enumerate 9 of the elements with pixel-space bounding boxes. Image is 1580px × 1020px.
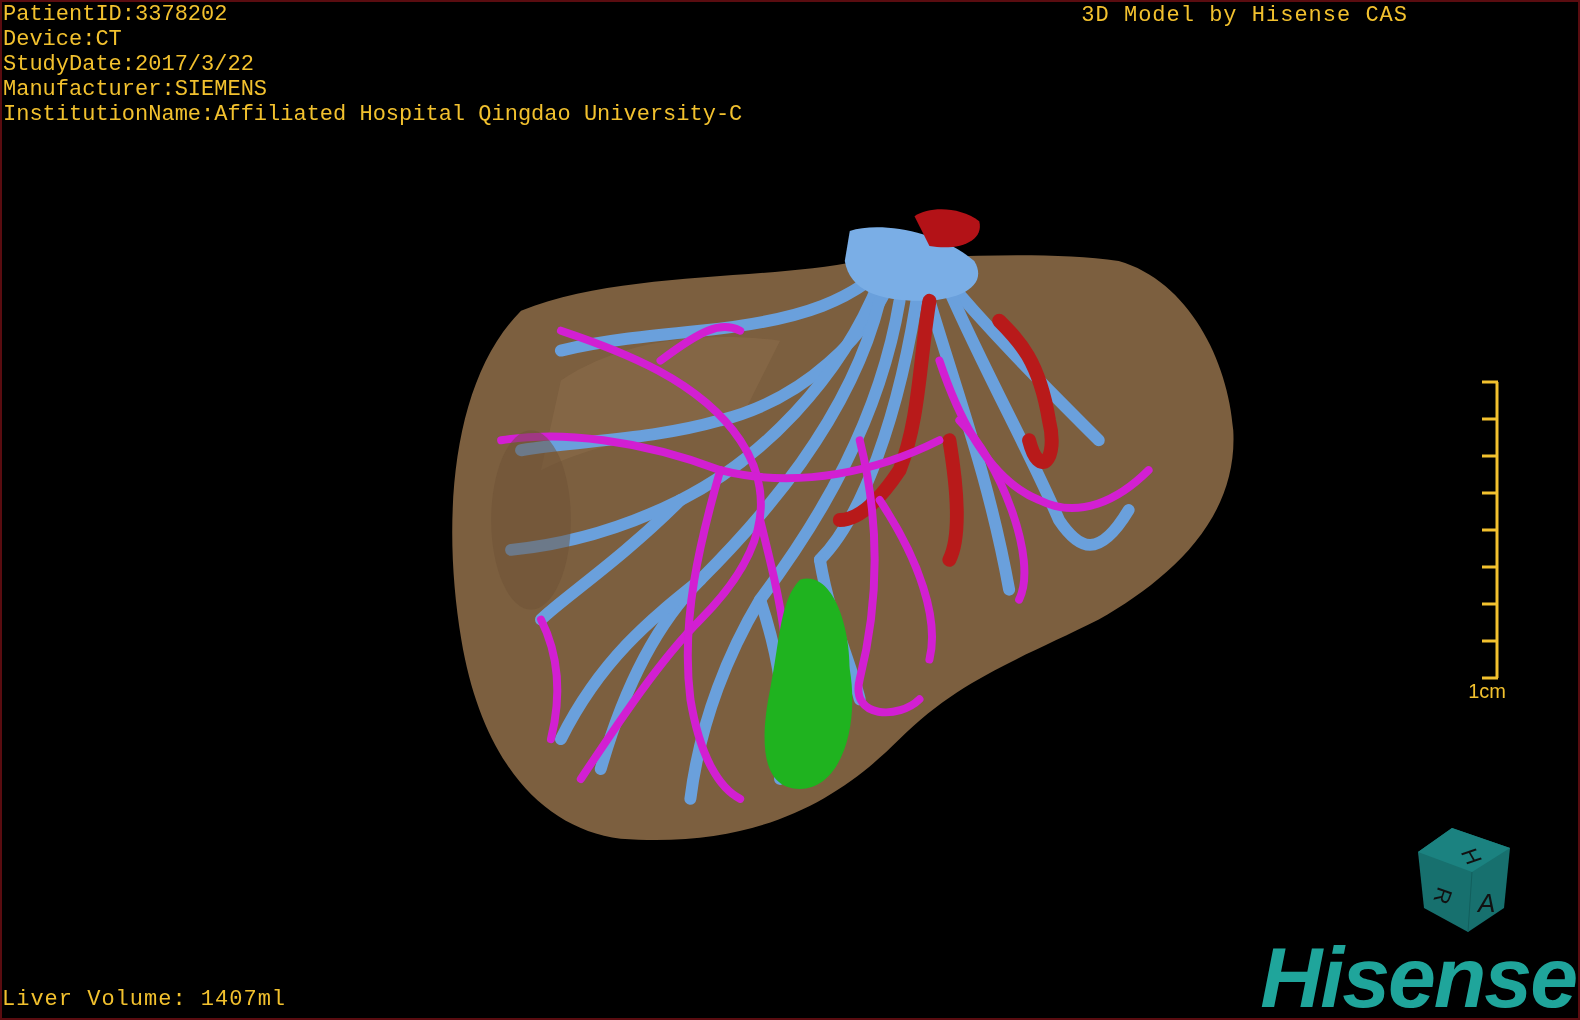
liver-volume-text: Liver Volume: 1407ml bbox=[2, 987, 287, 1012]
study-info-text: PatientID:3378202 bbox=[3, 2, 228, 27]
study-info-text: StudyDate:2017/3/22 bbox=[3, 52, 254, 77]
study-info-text: Manufacturer:SIEMENS bbox=[3, 77, 268, 102]
brand-logo: Hisense bbox=[1260, 936, 1576, 1018]
model-credit-text: 3D Model by Hisense CAS bbox=[1081, 2, 1409, 30]
scale-label: 1cm bbox=[1468, 680, 1506, 703]
study-info-text: Device:CT bbox=[3, 27, 122, 52]
study-info-text: InstitutionName:Affiliated Hospital Qingdao University-C bbox=[3, 102, 743, 127]
